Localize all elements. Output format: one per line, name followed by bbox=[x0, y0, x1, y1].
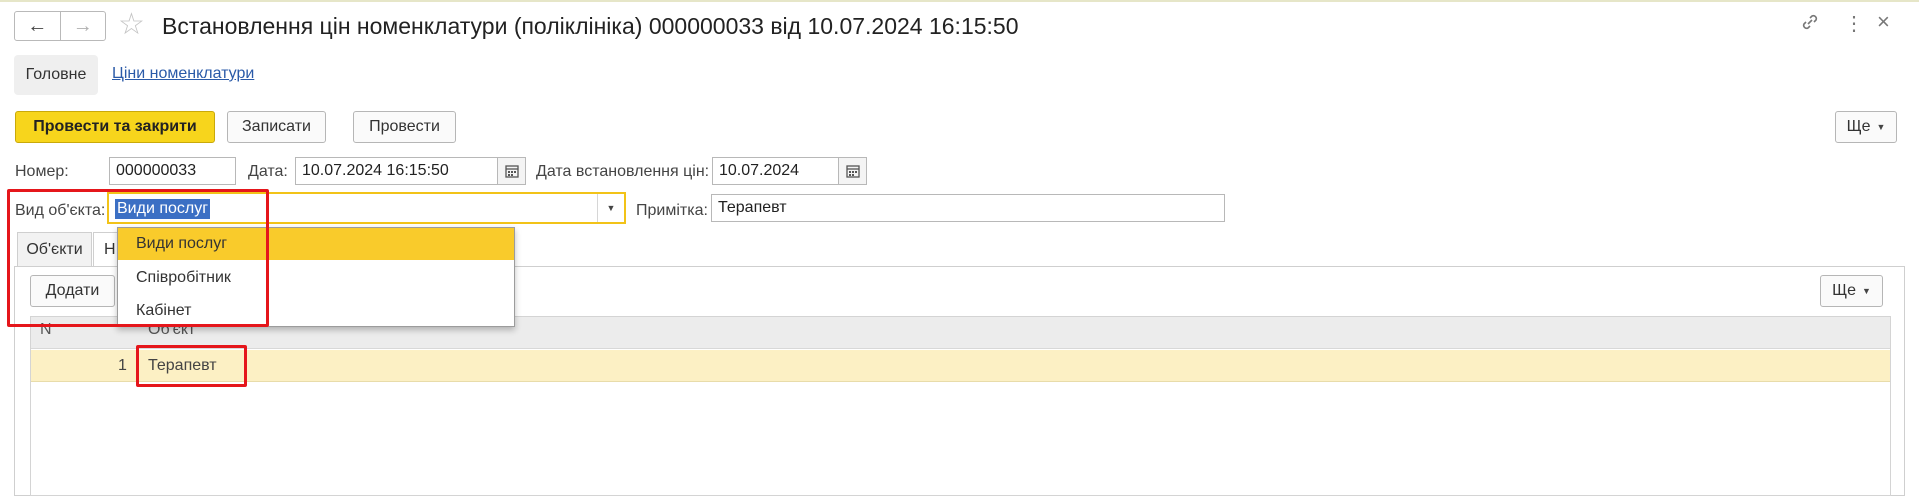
note-label: Примітка: bbox=[636, 202, 708, 219]
section-main[interactable]: Головне bbox=[14, 55, 98, 95]
table-more-button[interactable]: Ще ▼ bbox=[1820, 275, 1883, 307]
date-calendar-icon[interactable] bbox=[498, 157, 526, 185]
post-button[interactable]: Провести bbox=[353, 111, 456, 143]
number-label: Номер: bbox=[15, 163, 69, 180]
price-date-label: Дата встановлення цін: bbox=[536, 163, 710, 180]
favorite-star-icon[interactable]: ☆ bbox=[118, 9, 145, 41]
more-actions-button[interactable]: Ще ▼ bbox=[1835, 111, 1897, 143]
close-icon[interactable]: × bbox=[1877, 10, 1890, 34]
more-vertical-icon[interactable]: ⋮ bbox=[1844, 12, 1864, 36]
price-date-field[interactable]: 10.07.2024 bbox=[712, 157, 839, 185]
forward-arrow-icon[interactable]: → bbox=[61, 12, 106, 40]
annotation-highlight-object-type bbox=[7, 189, 269, 327]
table-more-label: Ще bbox=[1832, 282, 1856, 299]
annotation-highlight-row bbox=[136, 345, 247, 387]
row-number-cell: 1 bbox=[118, 357, 127, 374]
chevron-down-icon: ▼ bbox=[1876, 122, 1886, 132]
more-actions-label: Ще bbox=[1846, 118, 1871, 135]
number-field[interactable]: 000000033 bbox=[109, 157, 236, 185]
history-nav: ← → bbox=[14, 11, 106, 41]
back-arrow-icon[interactable]: ← bbox=[15, 12, 60, 40]
price-date-calendar-icon[interactable] bbox=[839, 157, 867, 185]
chevron-down-icon[interactable]: ▼ bbox=[597, 194, 624, 222]
save-button[interactable]: Записати bbox=[227, 111, 326, 143]
section-prices-link[interactable]: Ціни номенклатури bbox=[112, 65, 254, 83]
chevron-down-icon: ▼ bbox=[1861, 286, 1871, 296]
table-row[interactable] bbox=[31, 350, 1890, 382]
note-field[interactable]: Терапевт bbox=[711, 194, 1225, 222]
page-title: Встановлення цін номенклатури (полікліні… bbox=[162, 13, 1019, 39]
window-top-border bbox=[0, 0, 1919, 2]
date-label: Дата: bbox=[248, 163, 288, 180]
post-and-close-button[interactable]: Провести та закрити bbox=[15, 111, 215, 143]
link-icon[interactable] bbox=[1800, 12, 1820, 38]
date-field[interactable]: 10.07.2024 16:15:50 bbox=[295, 157, 498, 185]
